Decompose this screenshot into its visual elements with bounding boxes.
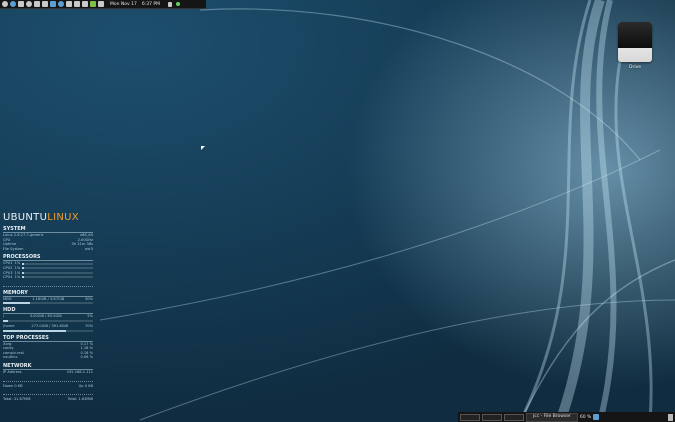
memory-bar [3, 302, 93, 305]
terminal-icon[interactable] [18, 1, 24, 7]
image-icon[interactable] [82, 1, 88, 7]
camera-icon[interactable] [74, 1, 80, 7]
conky-monitor: UBUNTULINUX SYSTEM Linux 2.6.27-7-generi… [3, 212, 93, 402]
hdd-row: /3.00GiB / 63.5GiB 5% [3, 314, 93, 319]
brand-ubuntu: UBUNTU [3, 212, 48, 223]
hard-drive-icon [618, 22, 652, 62]
email-icon[interactable] [66, 1, 72, 7]
files-icon[interactable] [42, 1, 48, 7]
clock-date[interactable]: Mon Nov 17 [110, 2, 137, 7]
ubuntu-icon[interactable] [2, 1, 8, 7]
drive-label: Drive [629, 65, 641, 70]
applet-icon[interactable] [593, 414, 600, 420]
brand-linux: LINUX [47, 212, 79, 223]
cpu-bar [22, 271, 93, 274]
update-icon[interactable] [98, 1, 104, 7]
chat-icon[interactable] [50, 1, 56, 7]
rhythmbox-icon[interactable] [26, 1, 32, 7]
cpu-bar [22, 262, 93, 265]
desktop-drive-icon[interactable]: Drive [614, 22, 656, 70]
wallpaper-swoosh [99, 0, 675, 422]
totals-row: Total: 31.67MiB Total: 1.63MiB [3, 397, 93, 402]
network-section-title: NETWORK [3, 363, 93, 370]
taskbar-item-file-browser[interactable]: jcc - File Browser [526, 412, 578, 422]
memory-row: MEM 1.16GiB / 3.87GiB 30% [3, 296, 93, 301]
volume-indicator[interactable]: 60 % [580, 415, 591, 420]
clock-time[interactable]: 6:37 PM [142, 2, 160, 7]
hdd-bar [3, 319, 93, 322]
traffic-graph [3, 388, 93, 396]
workspace-1[interactable] [460, 413, 480, 421]
media-icon[interactable] [90, 1, 96, 7]
cpu-bar [22, 267, 93, 270]
workspace-2[interactable] [482, 413, 502, 421]
workspace-3[interactable] [504, 413, 524, 421]
trash-icon[interactable] [668, 413, 673, 421]
firefox-icon[interactable] [10, 1, 16, 7]
network-icon[interactable] [168, 1, 172, 7]
system-row: File System ext3 [3, 246, 93, 251]
cpu-graph [3, 280, 93, 287]
conky-brand: UBUNTULINUX [3, 212, 93, 223]
bottom-panel: jcc - File Browser 60 % [458, 412, 675, 422]
cpu-bar [22, 276, 93, 279]
processors-section-title: PROCESSORS [3, 254, 93, 262]
mouse-cursor-icon [201, 146, 205, 150]
status-indicator-icon[interactable] [176, 2, 180, 6]
process-row: nautilus 0.06 % [3, 355, 93, 360]
hdd-bar [3, 329, 93, 332]
network-graph [3, 375, 93, 382]
hdd-section-title: HDD [3, 307, 93, 315]
top-panel: Mon Nov 17 6:37 PM [0, 0, 206, 9]
system-section-title: SYSTEM [3, 226, 93, 233]
hdd-row: /home 277.0GiB / 391.6GiB 70% [3, 323, 93, 328]
memory-section-title: MEMORY [3, 290, 93, 297]
pidgin-icon[interactable] [34, 1, 40, 7]
globe-icon[interactable] [58, 1, 64, 7]
top-processes-section-title: TOP PROCESSES [3, 335, 93, 342]
